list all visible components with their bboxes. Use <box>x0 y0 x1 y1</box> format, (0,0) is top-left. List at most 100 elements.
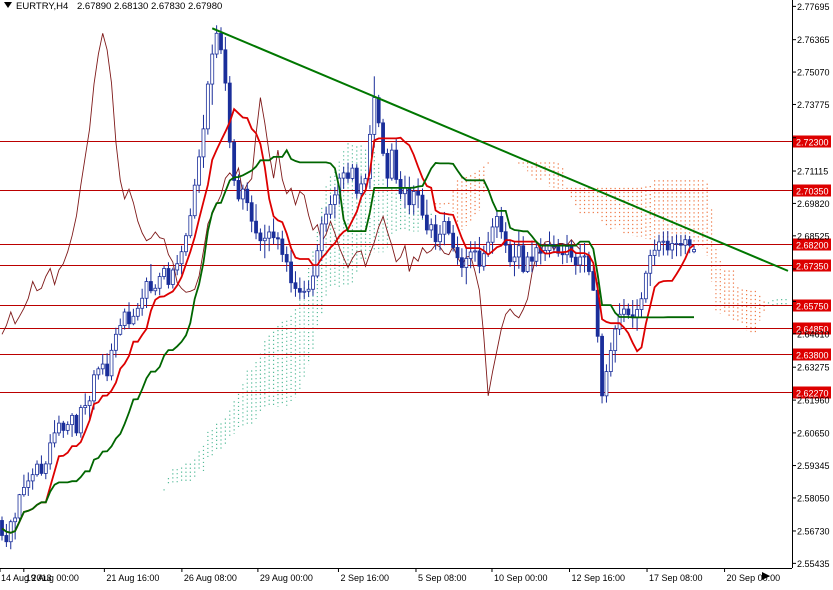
candle-body <box>442 221 447 235</box>
candle-body <box>687 239 692 246</box>
candle-body <box>665 240 670 251</box>
candle-body <box>578 256 583 266</box>
candle-body <box>48 442 53 465</box>
y-tick-label: 2.71115 <box>797 167 828 177</box>
candle-body <box>582 255 587 258</box>
candle-body <box>608 350 613 372</box>
ohlc-readout: 2.67890 2.68130 2.67830 2.67980 <box>77 1 222 12</box>
y-tick-label: 2.76365 <box>797 35 830 45</box>
candle-body <box>4 535 9 543</box>
candle-body <box>131 315 136 325</box>
candle-body <box>477 250 482 267</box>
x-tick-label: 10 Sep 00:00 <box>494 573 548 583</box>
x-tick-label: 12 Sep 16:00 <box>572 573 626 583</box>
candle-body <box>276 237 280 240</box>
candle-body <box>503 231 508 246</box>
candle-body <box>626 308 631 316</box>
chart-window[interactable]: 2.72300 2.70350 2.68200 2.67350 2.65750 2.648… <box>0 0 833 585</box>
candle-body <box>262 237 267 242</box>
candle-body <box>232 141 237 181</box>
candle-body <box>293 282 298 289</box>
candle-body <box>70 414 74 426</box>
candle-body <box>118 325 123 335</box>
candle-body <box>385 152 390 179</box>
candle-body <box>433 224 438 243</box>
candle-body <box>692 249 696 253</box>
candle-body <box>175 263 180 271</box>
x-tick-label: 20 Sep 00:00 <box>727 573 781 583</box>
candle-body <box>512 256 517 263</box>
candle-body <box>65 424 70 431</box>
candle-body <box>486 241 491 255</box>
candle-body <box>324 213 329 225</box>
candle-body <box>127 311 131 325</box>
candle-body <box>372 97 377 135</box>
candle-body <box>197 156 202 186</box>
candle-body <box>376 97 381 124</box>
candle-body <box>109 349 114 377</box>
y-tick-label: 2.61960 <box>797 396 830 406</box>
candle-body <box>398 179 403 195</box>
candle-body <box>464 258 469 268</box>
candle-body <box>521 245 526 272</box>
candle-body <box>319 223 324 252</box>
candle-body <box>341 172 346 179</box>
candle-body <box>468 251 473 259</box>
candle-body <box>438 233 442 243</box>
candle-body <box>83 405 88 409</box>
candle-body <box>508 244 512 263</box>
candle-body <box>258 232 263 242</box>
candle-body <box>420 194 425 216</box>
candle-body <box>622 308 626 315</box>
candle-body <box>306 288 311 292</box>
level-label: 2.68200 <box>796 241 829 251</box>
chart-header: EURTRY,H4 2.67890 2.68130 2.67830 2.6798… <box>4 1 222 12</box>
candle-body <box>525 256 530 272</box>
y-tick-label: 2.73775 <box>797 100 830 110</box>
candle-body <box>289 261 293 284</box>
candle-body <box>254 220 258 234</box>
candle-body <box>170 269 175 285</box>
candle-body <box>17 494 22 519</box>
candle-body <box>26 480 31 488</box>
y-tick-label: 2.60650 <box>797 428 830 438</box>
candle-body <box>166 268 171 285</box>
candle-body <box>184 235 188 253</box>
candle-body <box>661 240 666 243</box>
candle-body <box>57 422 61 434</box>
candle-body <box>74 414 79 434</box>
candle-body <box>271 231 276 239</box>
candle-body <box>674 243 679 245</box>
candle-body <box>105 363 110 377</box>
candle-body <box>87 400 92 407</box>
candle-body <box>411 191 416 206</box>
level-label: 2.67350 <box>796 262 829 272</box>
y-tick-label: 2.77695 <box>797 2 830 12</box>
candle-body <box>473 250 477 253</box>
x-tick-label: 29 Aug 00:00 <box>260 573 313 583</box>
price-chart[interactable]: 2.723002.703502.682002.673502.657502.648… <box>0 0 833 585</box>
candle-body <box>490 226 495 243</box>
candle-body <box>328 204 333 215</box>
candle-body <box>210 53 215 85</box>
candle-body <box>135 307 140 317</box>
candle-body <box>297 288 302 293</box>
y-tick-label: 2.63275 <box>797 363 830 373</box>
candle-body <box>670 243 675 251</box>
candle-body <box>100 363 105 370</box>
candle-body <box>499 216 504 233</box>
y-tick-label: 2.75070 <box>797 68 830 78</box>
candle-body <box>214 32 219 55</box>
candle-body <box>416 191 421 196</box>
candle-body <box>446 221 451 234</box>
candle-body <box>0 520 4 536</box>
candle-body <box>179 251 184 265</box>
candle-body <box>534 247 539 262</box>
candle-body <box>573 256 578 266</box>
candle-body <box>30 474 35 482</box>
candle-body <box>13 517 18 523</box>
symbol-timeframe: EURTRY,H4 <box>16 1 68 12</box>
candle-body <box>245 188 250 204</box>
candle-body <box>78 407 83 434</box>
chart-background <box>0 0 833 585</box>
